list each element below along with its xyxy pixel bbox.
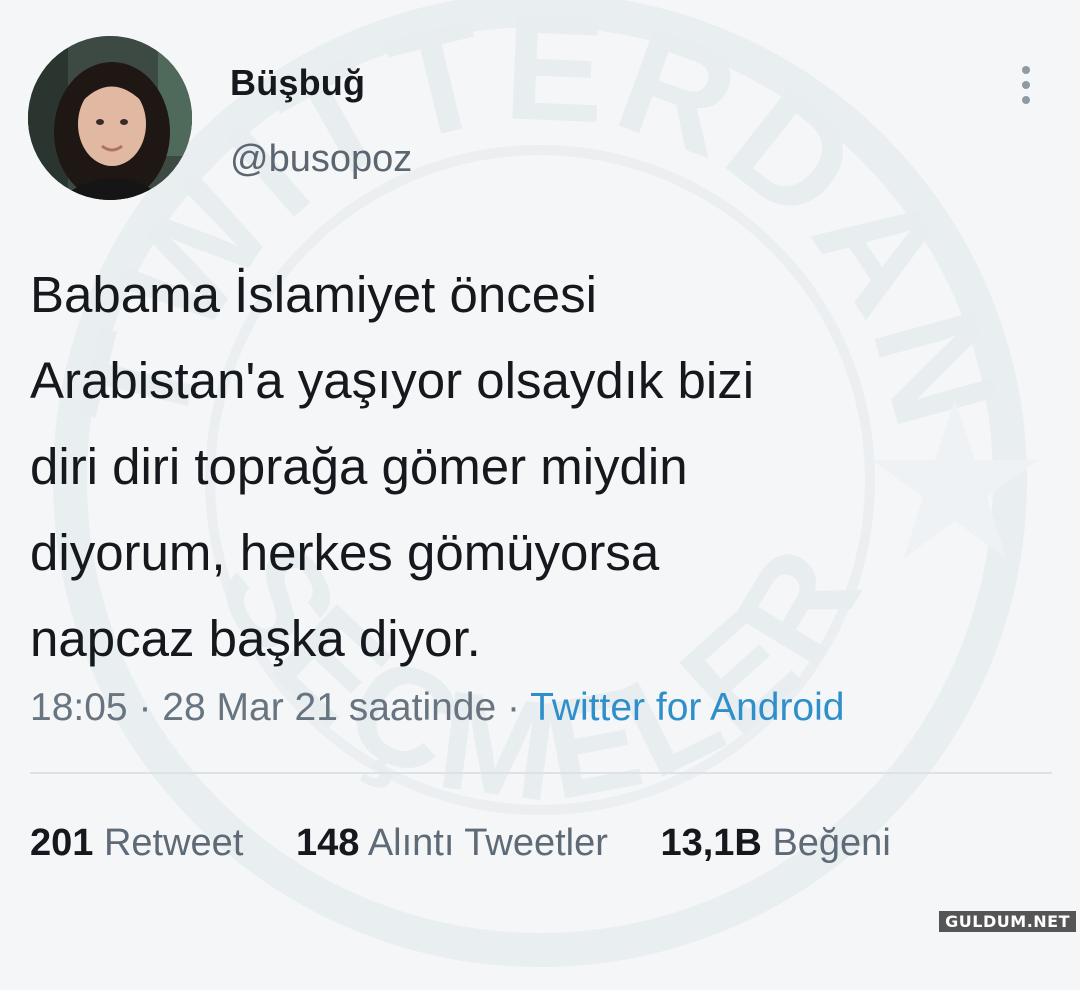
avatar-image xyxy=(28,36,192,200)
more-dot xyxy=(1022,66,1030,74)
retweets-stat[interactable]: 201 Retweet xyxy=(30,822,254,864)
more-vertical-icon[interactable] xyxy=(1012,60,1040,110)
meta-separator: · xyxy=(138,686,152,729)
quotes-label: Alıntı Tweetler xyxy=(367,822,608,864)
tweet-line: napcaz başka diyor. xyxy=(30,610,481,667)
display-name[interactable]: Büşbuğ xyxy=(230,62,365,104)
tweet-time: 18:05 xyxy=(30,686,128,729)
meta-separator: · xyxy=(507,686,521,729)
more-dot xyxy=(1022,96,1030,104)
tweet-stats: 201 Retweet 148 Alıntı Tweetler 13,1B Be… xyxy=(30,822,933,865)
likes-count: 13,1B xyxy=(660,822,762,864)
more-dot xyxy=(1022,81,1030,89)
tweet-text: Babama İslamiyet öncesi Arabistan'a yaşı… xyxy=(30,252,1030,682)
tweet-meta: 18:05 · 28 Mar 21 saatinde · Twitter for… xyxy=(30,686,844,730)
tweet-line: Babama İslamiyet öncesi xyxy=(30,266,597,323)
tweet-line: Arabistan'a yaşıyor olsaydık bizi xyxy=(30,352,755,409)
tweet-source-link[interactable]: Twitter for Android xyxy=(530,686,844,729)
tweet-date[interactable]: 28 Mar 21 saatinde xyxy=(162,686,496,729)
retweets-label: Retweet xyxy=(103,822,244,864)
divider xyxy=(30,772,1052,774)
site-badge: GULDUM.NET xyxy=(939,911,1076,932)
likes-stat[interactable]: 13,1B Beğeni xyxy=(660,822,890,864)
avatar[interactable] xyxy=(28,36,192,200)
tweet-line: diri diri toprağa gömer miydin xyxy=(30,438,688,495)
user-handle[interactable]: @busopoz xyxy=(230,138,412,181)
retweets-count: 201 xyxy=(30,822,94,864)
tweet-line: diyorum, herkes gömüyorsa xyxy=(30,524,660,581)
quotes-stat[interactable]: 148 Alıntı Tweetler xyxy=(296,822,619,864)
quotes-count: 148 xyxy=(295,822,360,864)
likes-label: Beğeni xyxy=(772,822,891,864)
